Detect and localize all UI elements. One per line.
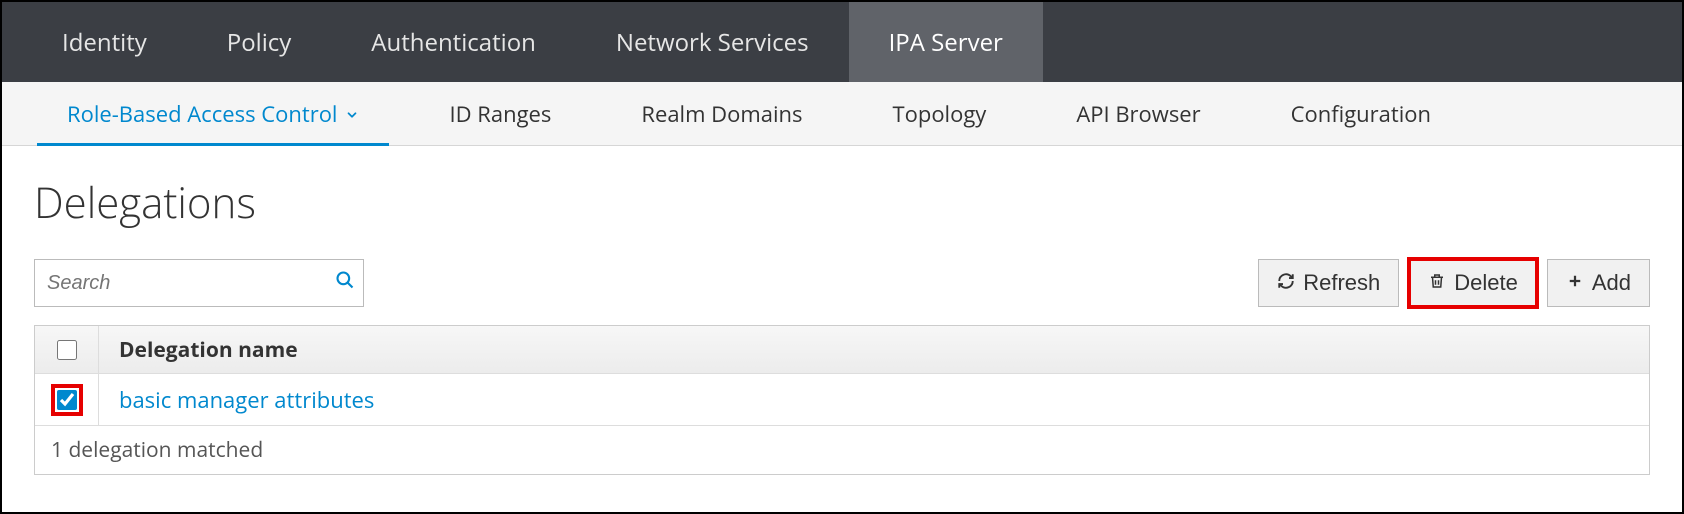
subnav-item-configuration[interactable]: Configuration	[1246, 82, 1476, 145]
delete-button[interactable]: Delete	[1409, 259, 1537, 307]
subnav-item-topology[interactable]: Topology	[848, 82, 1032, 145]
row-checkbox-cell	[35, 374, 99, 425]
delegation-link[interactable]: basic manager attributes	[119, 385, 374, 415]
search-input[interactable]	[35, 260, 327, 306]
top-nav: Identity Policy Authentication Network S…	[2, 2, 1682, 82]
table-row: basic manager attributes	[35, 374, 1649, 426]
row-name-cell: basic manager attributes	[99, 385, 1649, 415]
page-title: Delegations	[34, 174, 1650, 231]
table-header-row: Delegation name	[35, 326, 1649, 374]
add-button[interactable]: Add	[1547, 259, 1650, 307]
sub-nav: Role-Based Access Control ID Ranges Real…	[2, 82, 1682, 146]
table-footer: 1 delegation matched	[35, 426, 1649, 474]
row-checkbox[interactable]	[57, 390, 77, 410]
search-button[interactable]	[327, 260, 363, 306]
add-label: Add	[1592, 270, 1631, 296]
column-header-name[interactable]: Delegation name	[99, 336, 1649, 364]
row-checkbox-highlight	[51, 384, 83, 416]
select-all-checkbox[interactable]	[57, 340, 77, 360]
topnav-item-ipa-server[interactable]: IPA Server	[849, 2, 1043, 82]
table-footer-text: 1 delegation matched	[51, 436, 263, 464]
subnav-item-id-ranges[interactable]: ID Ranges	[404, 82, 596, 145]
topnav-item-network-services[interactable]: Network Services	[576, 2, 849, 82]
subnav-item-rbac[interactable]: Role-Based Access Control	[22, 82, 404, 145]
refresh-button[interactable]: Refresh	[1258, 259, 1399, 307]
delete-label: Delete	[1454, 270, 1518, 296]
chevron-down-icon	[345, 99, 359, 129]
topnav-item-policy[interactable]: Policy	[187, 2, 332, 82]
refresh-icon	[1277, 270, 1295, 296]
plus-icon	[1566, 270, 1584, 296]
topnav-item-authentication[interactable]: Authentication	[331, 2, 576, 82]
search-box	[34, 259, 364, 307]
topnav-item-identity[interactable]: Identity	[22, 2, 187, 82]
delegations-table: Delegation name basic manager attributes…	[34, 325, 1650, 475]
toolbar: Refresh Delete Add	[34, 259, 1650, 307]
header-checkbox-cell	[35, 326, 99, 373]
subnav-item-api-browser[interactable]: API Browser	[1031, 82, 1245, 145]
search-icon	[335, 270, 355, 296]
subnav-item-realm-domains[interactable]: Realm Domains	[596, 82, 847, 145]
content-area: Delegations Refresh Delete	[2, 146, 1682, 495]
trash-icon	[1428, 270, 1446, 296]
refresh-label: Refresh	[1303, 270, 1380, 296]
